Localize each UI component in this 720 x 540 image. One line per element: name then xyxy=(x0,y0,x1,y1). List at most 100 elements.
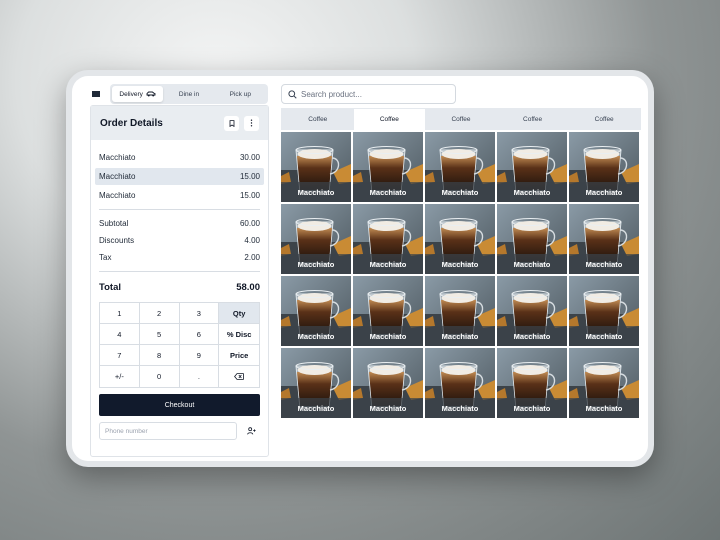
total-row: Total 58.00 xyxy=(99,281,260,293)
more-options-button[interactable] xyxy=(244,115,259,131)
product-name: Macchiato xyxy=(425,254,495,274)
product-name: Macchiato xyxy=(281,398,351,418)
backspace-icon xyxy=(234,373,244,380)
product-card[interactable]: Macchiato xyxy=(497,132,567,202)
key-7[interactable]: 7 xyxy=(100,345,140,366)
total-value: 58.00 xyxy=(236,281,260,293)
product-card[interactable]: Macchiato xyxy=(569,132,639,202)
tab-dine-in[interactable]: Dine in xyxy=(163,86,214,102)
order-item-selected[interactable]: Macchiato 15.00 xyxy=(95,168,264,185)
car-icon xyxy=(146,91,156,97)
key-4[interactable]: 4 xyxy=(100,324,140,345)
item-name: Macchiato xyxy=(99,153,136,162)
product-card[interactable]: Macchiato xyxy=(569,204,639,274)
bookmark-icon xyxy=(229,119,234,127)
product-card[interactable]: Macchiato xyxy=(425,204,495,274)
product-name: Macchiato xyxy=(353,254,423,274)
subtotal-value: 60.00 xyxy=(239,219,260,228)
product-card[interactable]: Macchiato xyxy=(425,348,495,418)
product-card[interactable]: Macchiato xyxy=(281,204,351,274)
numeric-keypad: 1 2 3 Qty 4 5 6 % Disc 7 8 9 Price +/- 0… xyxy=(99,302,260,388)
category-tab-coffee-active[interactable]: Coffee xyxy=(353,109,426,130)
price-button[interactable]: Price xyxy=(219,345,259,366)
key-2[interactable]: 2 xyxy=(139,303,180,324)
product-card[interactable]: Macchiato xyxy=(497,204,567,274)
tab-delivery[interactable]: Delivery xyxy=(112,86,164,102)
product-card[interactable]: Macchiato xyxy=(281,276,351,346)
product-card[interactable]: Macchiato xyxy=(353,132,423,202)
product-name: Macchiato xyxy=(497,182,567,202)
product-card[interactable]: Macchiato xyxy=(281,132,351,202)
product-card[interactable]: Macchiato xyxy=(281,348,351,418)
order-items-list: Macchiato 30.00 Macchiato 15.00 Macchiat… xyxy=(91,149,268,204)
product-name: Macchiato xyxy=(353,326,423,346)
divider xyxy=(99,209,260,210)
tax-value: 2.00 xyxy=(244,253,260,262)
product-card[interactable]: Macchiato xyxy=(497,348,567,418)
product-card[interactable]: Macchiato xyxy=(353,204,423,274)
key-3[interactable]: 3 xyxy=(179,303,220,324)
search-icon xyxy=(288,89,297,99)
item-price: 15.00 xyxy=(239,191,260,200)
tablet-frame: Delivery Dine in Pick up Ord xyxy=(66,70,654,467)
product-card[interactable]: Macchiato xyxy=(353,348,423,418)
divider xyxy=(99,271,260,272)
product-card[interactable]: Macchiato xyxy=(425,132,495,202)
key-1[interactable]: 1 xyxy=(100,303,140,324)
order-item[interactable]: Macchiato 30.00 xyxy=(95,149,264,166)
qty-button[interactable]: Qty xyxy=(219,303,259,324)
product-name: Macchiato xyxy=(497,326,567,346)
key-0[interactable]: 0 xyxy=(139,366,180,387)
category-tab-coffee[interactable]: Coffee xyxy=(568,109,640,130)
discounts-row: Discounts 4.00 xyxy=(99,236,260,245)
category-tab-coffee[interactable]: Coffee xyxy=(497,109,569,130)
product-name: Macchiato xyxy=(425,398,495,418)
hamburger-menu-icon[interactable] xyxy=(90,89,102,99)
product-name: Macchiato xyxy=(353,182,423,202)
product-card[interactable]: Macchiato xyxy=(353,276,423,346)
bookmark-button[interactable] xyxy=(224,115,239,131)
item-name: Macchiato xyxy=(99,191,136,200)
discount-button[interactable]: % Disc xyxy=(219,324,259,345)
order-details-header: Order Details xyxy=(91,106,268,140)
category-tabs: Coffee Coffee Coffee Coffee Coffee xyxy=(281,108,641,130)
order-item[interactable]: Macchiato 15.00 xyxy=(95,187,264,204)
product-name: Macchiato xyxy=(425,326,495,346)
product-card[interactable]: Macchiato xyxy=(569,276,639,346)
category-tab-coffee[interactable]: Coffee xyxy=(282,109,354,130)
backspace-button[interactable] xyxy=(219,366,259,387)
plus-minus-button[interactable]: +/- xyxy=(100,366,140,387)
key-6[interactable]: 6 xyxy=(179,324,220,345)
product-name: Macchiato xyxy=(497,254,567,274)
product-name: Macchiato xyxy=(281,326,351,346)
product-name: Macchiato xyxy=(281,182,351,202)
phone-number-input[interactable] xyxy=(99,422,237,440)
product-name: Macchiato xyxy=(425,182,495,202)
product-name: Macchiato xyxy=(569,326,639,346)
add-customer-button[interactable] xyxy=(242,422,260,440)
phone-row xyxy=(99,422,260,440)
page-title: Order Details xyxy=(100,117,163,129)
item-price: 15.00 xyxy=(239,172,260,181)
discounts-value: 4.00 xyxy=(244,236,260,245)
tax-row: Tax 2.00 xyxy=(99,253,260,262)
product-card[interactable]: Macchiato xyxy=(569,348,639,418)
decimal-button[interactable]: . xyxy=(179,366,220,387)
order-details-panel: Order Details Macchiato 30.00 Macchiato … xyxy=(90,105,269,457)
product-card[interactable]: Macchiato xyxy=(425,276,495,346)
key-8[interactable]: 8 xyxy=(139,345,180,366)
category-tab-coffee[interactable]: Coffee xyxy=(425,109,497,130)
product-name: Macchiato xyxy=(353,398,423,418)
order-type-tabs: Delivery Dine in Pick up xyxy=(110,84,268,104)
key-9[interactable]: 9 xyxy=(179,345,220,366)
pos-screen: Delivery Dine in Pick up Ord xyxy=(72,76,648,461)
product-card[interactable]: Macchiato xyxy=(497,276,567,346)
product-search xyxy=(281,84,456,104)
product-name: Macchiato xyxy=(569,254,639,274)
more-vertical-icon xyxy=(250,119,253,127)
tab-pick-up[interactable]: Pick up xyxy=(215,86,266,102)
checkout-button[interactable]: Checkout xyxy=(99,394,260,416)
search-input[interactable] xyxy=(301,89,441,99)
product-name: Macchiato xyxy=(281,254,351,274)
key-5[interactable]: 5 xyxy=(139,324,180,345)
